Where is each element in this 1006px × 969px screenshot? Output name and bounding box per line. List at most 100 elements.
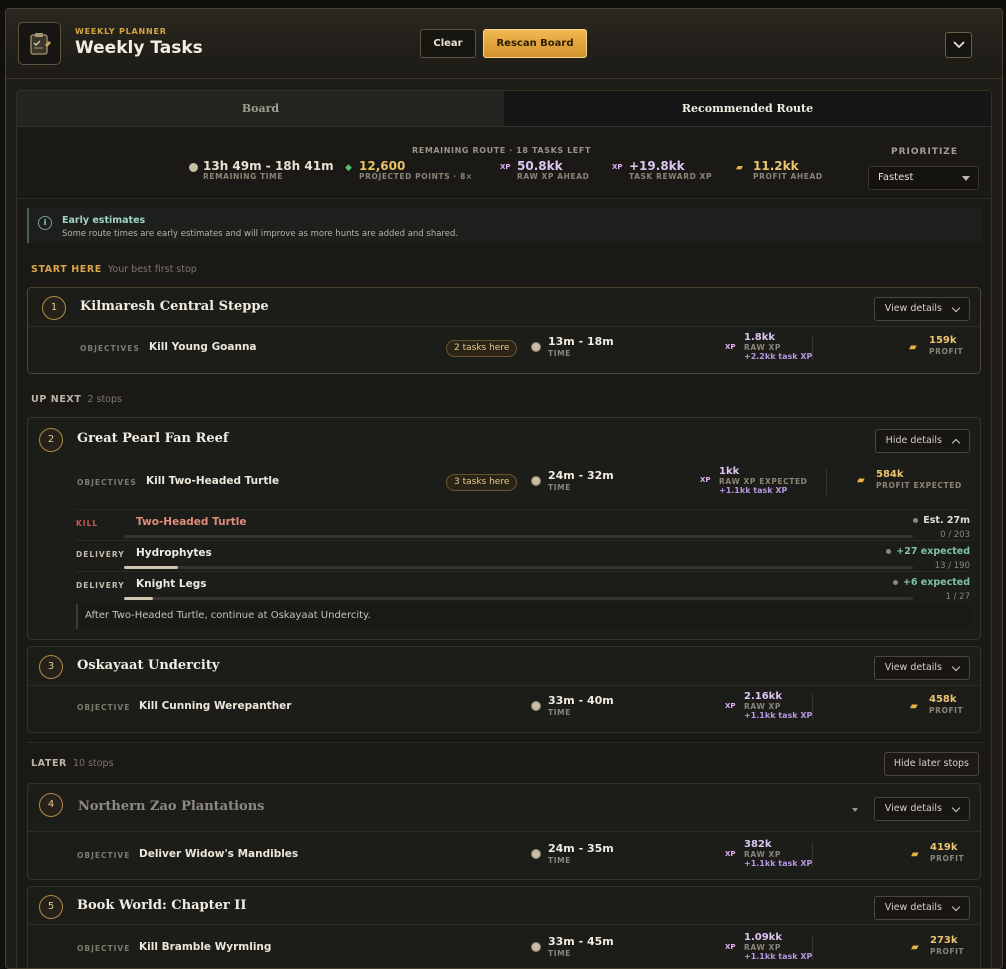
page-title: Weekly Tasks bbox=[75, 38, 203, 58]
objective-text: Kill Young Goanna bbox=[149, 341, 257, 353]
stop-number-badge: 5 bbox=[39, 895, 63, 919]
tasks-here-badge: 3 tasks here bbox=[446, 474, 518, 491]
gold-icon: ▰ bbox=[911, 849, 919, 860]
xp-icon: XP bbox=[500, 163, 511, 171]
gem-icon: ◆ bbox=[345, 163, 352, 173]
clear-button[interactable]: Clear bbox=[420, 29, 476, 58]
detail-estimate: Est. 27m bbox=[913, 515, 970, 526]
stop-card-4: 4 Northern Zao Plantations View details … bbox=[27, 783, 981, 880]
hide-later-stops-button[interactable]: Hide later stops bbox=[883, 752, 979, 776]
clock-icon bbox=[189, 163, 198, 172]
xp-icon: XP bbox=[612, 163, 623, 171]
stop-card-2: 2 Great Pearl Fan Reef Hide details OBJE… bbox=[27, 417, 981, 640]
gold-icon: ▰ bbox=[911, 942, 919, 953]
chevron-down-icon bbox=[952, 41, 965, 49]
header-kicker: WEEKLY PLANNER bbox=[75, 27, 167, 36]
early-estimates-notice: i Early estimates Some route times are e… bbox=[27, 208, 983, 243]
stop-number-badge: 3 bbox=[39, 655, 63, 679]
clock-icon bbox=[531, 342, 541, 352]
caret-down-icon[interactable] bbox=[852, 808, 858, 812]
tab-board[interactable]: Board bbox=[17, 91, 504, 126]
clipboard-icon bbox=[18, 22, 61, 65]
status-dot-icon bbox=[892, 580, 898, 585]
clock-icon bbox=[531, 942, 541, 952]
stop-name: Northern Zao Plantations bbox=[78, 799, 265, 814]
detail-name: Hydrophytes bbox=[136, 547, 212, 559]
xp-icon: XP bbox=[725, 943, 736, 951]
objective-row: OBJECTIVE Kill Cunning Werepanther 33m -… bbox=[28, 685, 980, 729]
prioritize-value: Fastest bbox=[878, 172, 914, 183]
xp-value: 2.16kk bbox=[744, 691, 782, 702]
view-details-button[interactable]: View details bbox=[873, 297, 970, 321]
tasks-here-badge: 2 tasks here bbox=[446, 340, 518, 357]
gold-icon: ▰ bbox=[736, 163, 743, 173]
progress-bar bbox=[124, 535, 913, 538]
tab-bar: Board Recommended Route bbox=[17, 91, 991, 127]
stop-card-3: 3 Oskayaat Undercity View details OBJECT… bbox=[27, 646, 981, 733]
collapse-button[interactable] bbox=[945, 32, 972, 58]
rescan-board-button[interactable]: Rescan Board bbox=[483, 29, 587, 58]
chevron-up-icon bbox=[951, 438, 961, 448]
main-panel: Board Recommended Route REMAINING ROUTE … bbox=[16, 90, 992, 968]
xp-icon: XP bbox=[700, 476, 711, 484]
chevron-down-icon bbox=[951, 902, 961, 912]
detail-count: 1 / 27 bbox=[945, 592, 971, 602]
route-summary-title: REMAINING ROUTE · 18 TASKS LEFT bbox=[412, 146, 591, 155]
xp-value: 382k bbox=[744, 839, 772, 850]
stat-profit-ahead: ▰ 11.2kk PROFIT AHEAD bbox=[736, 159, 823, 181]
stat-remaining-time: 13h 49m - 18h 41m REMAINING TIME bbox=[189, 159, 334, 181]
prioritize-select[interactable]: Fastest bbox=[868, 166, 979, 190]
stop-number-badge: 2 bbox=[39, 428, 63, 452]
profit-value: 419k bbox=[930, 842, 958, 853]
section-start-here: START HERE Your best first stop bbox=[31, 264, 197, 275]
profit-value: 584k bbox=[876, 469, 904, 480]
gold-icon: ▰ bbox=[910, 701, 918, 712]
stat-raw-xp-ahead: XP 50.8kk RAW XP AHEAD bbox=[500, 159, 590, 181]
objective-text: Deliver Widow's Mandibles bbox=[139, 848, 299, 860]
notice-title: Early estimates bbox=[62, 215, 146, 226]
xp-icon: XP bbox=[725, 850, 736, 858]
prioritize-label: PRIORITIZE bbox=[891, 147, 958, 157]
weekly-planner-window: WEEKLY PLANNER Weekly Tasks Clear Rescan… bbox=[5, 8, 1003, 969]
stop-name: Oskayaat Undercity bbox=[77, 658, 220, 673]
time-value: 24m - 32m bbox=[548, 469, 614, 482]
clock-icon bbox=[531, 701, 541, 711]
objective-row: OBJECTIVES Kill Young Goanna 2 tasks her… bbox=[28, 326, 980, 370]
objective-row: OBJECTIVE Deliver Widow's Mandibles 24m … bbox=[28, 831, 980, 875]
detail-name: Two-Headed Turtle bbox=[136, 516, 247, 528]
section-up-next: UP NEXT 2 stops bbox=[31, 394, 122, 405]
header: WEEKLY PLANNER Weekly Tasks Clear Rescan… bbox=[6, 9, 1002, 79]
hide-details-button[interactable]: Hide details bbox=[874, 429, 970, 453]
stop-name: Book World: Chapter II bbox=[77, 898, 247, 913]
progress-bar bbox=[124, 597, 913, 600]
xp-value: 1.8kk bbox=[744, 332, 776, 343]
detail-expected: +27 expected bbox=[886, 546, 970, 557]
stop-number-badge: 4 bbox=[39, 793, 63, 817]
section-later: LATER 10 stops bbox=[31, 758, 114, 769]
gold-icon: ▰ bbox=[909, 342, 917, 353]
detail-type: DELIVERY bbox=[76, 550, 125, 559]
tab-recommended-route[interactable]: Recommended Route bbox=[504, 91, 991, 126]
time-value: 24m - 35m bbox=[548, 842, 614, 855]
stop-card-5: 5 Book World: Chapter II View details OB… bbox=[27, 886, 981, 968]
profit-value: 458k bbox=[929, 694, 957, 705]
detail-row-delivery: DELIVERY Hydrophytes +27 expected 13 / 1… bbox=[76, 540, 970, 571]
stop-name: Kilmaresh Central Steppe bbox=[80, 299, 269, 314]
stop-number-badge: 1 bbox=[42, 296, 66, 320]
stop-card-1: 1 Kilmaresh Central Steppe View details … bbox=[27, 287, 981, 374]
chevron-down-icon bbox=[951, 662, 961, 672]
caret-down-icon bbox=[962, 176, 970, 181]
detail-row-delivery: DELIVERY Knight Legs +6 expected 1 / 27 bbox=[76, 571, 970, 602]
xp-value: 1.09kk bbox=[744, 932, 782, 943]
view-details-button[interactable]: View details bbox=[873, 896, 970, 920]
view-details-button[interactable]: View details bbox=[873, 797, 970, 821]
detail-count: 13 / 190 bbox=[934, 561, 970, 571]
view-details-button[interactable]: View details bbox=[873, 656, 970, 680]
time-value: 33m - 45m bbox=[548, 935, 614, 948]
gold-icon: ▰ bbox=[857, 475, 865, 486]
detail-row-kill: KILL Two-Headed Turtle Est. 27m 0 / 203 bbox=[76, 509, 970, 540]
clock-icon bbox=[531, 849, 541, 859]
objective-row: OBJECTIVES Kill Two-Headed Turtle 3 task… bbox=[77, 466, 962, 495]
chevron-down-icon bbox=[951, 303, 961, 313]
status-dot-icon bbox=[913, 518, 919, 523]
